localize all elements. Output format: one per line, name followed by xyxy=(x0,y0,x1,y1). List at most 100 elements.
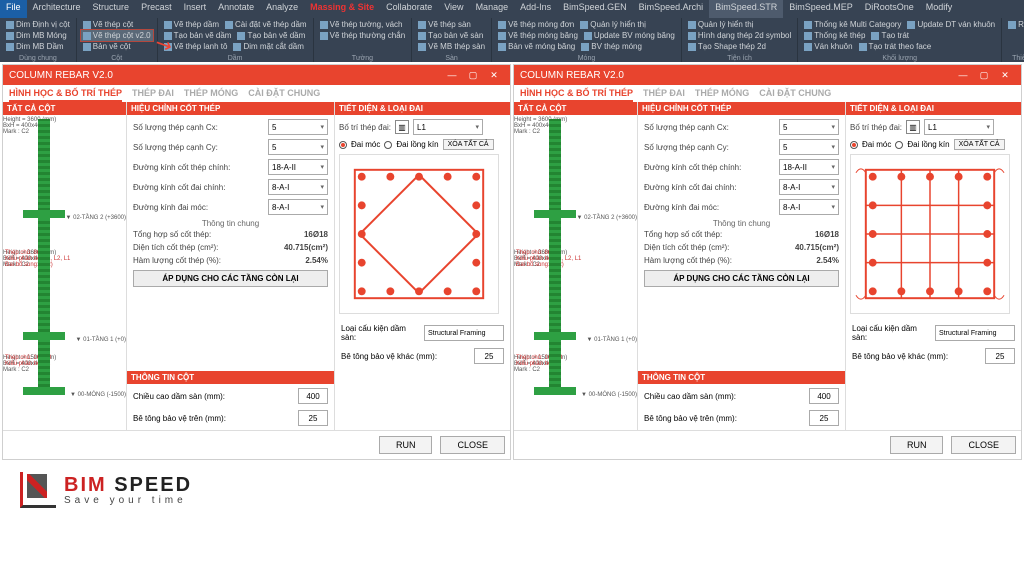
tab-thep-mong[interactable]: THÉP MÓNG xyxy=(184,88,238,102)
cy-select[interactable]: 5▾ xyxy=(268,139,328,155)
tab-massing[interactable]: Massing & Site xyxy=(304,0,380,18)
radio-dai-moc[interactable] xyxy=(339,141,347,149)
radio-dai-moc[interactable] xyxy=(850,141,858,149)
close-icon[interactable]: ✕ xyxy=(995,68,1015,82)
run-button[interactable]: RUN xyxy=(890,436,944,454)
tab-architecture[interactable]: Architecture xyxy=(27,0,87,18)
radio-dai-long[interactable] xyxy=(384,141,392,149)
dialog-titlebar[interactable]: COLUMN REBAR V2.0 ― ▢ ✕ xyxy=(514,65,1021,85)
section-diagram[interactable] xyxy=(850,154,1010,314)
tab-str[interactable]: BimSpeed.STR xyxy=(709,0,783,18)
btn-ban-ve-cot[interactable]: Bản vẽ cột xyxy=(81,41,153,52)
tab-collaborate[interactable]: Collaborate xyxy=(380,0,438,18)
tab-analyze[interactable]: Analyze xyxy=(260,0,304,18)
tab-manage[interactable]: Manage xyxy=(470,0,515,18)
tab-thep-mong[interactable]: THÉP MÓNG xyxy=(695,88,749,102)
cy-select[interactable]: 5▾ xyxy=(779,139,839,155)
btn-bv-san[interactable]: Tạo bản vẽ sàn xyxy=(416,30,487,41)
btn-dim-mb-mong[interactable]: Dim MB Móng xyxy=(4,30,72,41)
btn-ql-hien-thi[interactable]: Quản lý hiển thị xyxy=(578,19,648,30)
tab-view[interactable]: View xyxy=(438,0,469,18)
close-icon[interactable]: ✕ xyxy=(484,68,504,82)
btn-tao-shape-2d[interactable]: Tạo Shape thép 2d xyxy=(686,41,793,52)
bv-tren-input[interactable] xyxy=(298,410,328,426)
btn-tao-bv-dam[interactable]: Tạo bản vẽ dầm xyxy=(162,30,234,41)
tab-annotate[interactable]: Annotate xyxy=(212,0,260,18)
tab-thep-dai[interactable]: THÉP ĐAI xyxy=(643,88,685,102)
dk-moc-select[interactable]: 8-A-I▾ xyxy=(779,199,839,215)
tab-hinh-hoc[interactable]: HÌNH HỌC & BỐ TRÍ THÉP xyxy=(520,88,633,102)
btn-mong-bang[interactable]: Vẽ thép móng băng xyxy=(496,30,580,41)
tab-archi[interactable]: BimSpeed.Archi xyxy=(633,0,710,18)
bv-khac-input[interactable] xyxy=(474,348,504,364)
btn-ve-thep-cot[interactable]: Vẽ thép cột xyxy=(81,19,153,30)
btn-update-dt[interactable]: Update DT ván khuôn xyxy=(905,19,997,30)
btn-mong-don[interactable]: Vẽ thép móng đơn xyxy=(496,19,576,30)
btn-dim-mc-dam[interactable]: Dim mặt cắt dầm xyxy=(231,41,305,52)
btn-ql-hien-thi2[interactable]: Quản lý hiển thị xyxy=(686,19,793,30)
btn-dim-dinh-vi[interactable]: Dim Định vị cột xyxy=(4,19,72,30)
clear-button[interactable]: XÓA TẤT CẢ xyxy=(954,139,1005,150)
close-button[interactable]: CLOSE xyxy=(951,436,1016,454)
btn-shape-2d-sym[interactable]: Hình dạng thép 2d symbol xyxy=(686,30,793,41)
cx-select[interactable]: 5▾ xyxy=(268,119,328,135)
tab-gen[interactable]: BimSpeed.GEN xyxy=(557,0,633,18)
btn-tk-multi[interactable]: Thống kê Multi Category xyxy=(802,19,903,30)
maximize-icon[interactable]: ▢ xyxy=(974,68,994,82)
btn-cai-dat-dam[interactable]: Cài đặt vẽ thép dầm xyxy=(223,19,309,30)
minimize-icon[interactable]: ― xyxy=(953,68,973,82)
dk-dai-select[interactable]: 8-A-I▾ xyxy=(268,179,328,195)
btn-update-bv-mong[interactable]: Update BV móng băng xyxy=(582,30,677,41)
tab-structure[interactable]: Structure xyxy=(87,0,136,18)
btn-mb-thep-san[interactable]: Vẽ MB thép sàn xyxy=(416,41,487,52)
radio-dai-long[interactable] xyxy=(895,141,903,149)
btn-tao-trat[interactable]: Tạo trát xyxy=(869,30,911,41)
apply-button[interactable]: ÁP DỤNG CHO CÁC TẦNG CÒN LẠI xyxy=(644,270,839,287)
btn-bv-mong-bang[interactable]: Bản vẽ móng băng xyxy=(496,41,577,52)
tab-hinh-hoc[interactable]: HÌNH HỌC & BỐ TRÍ THÉP xyxy=(9,88,122,102)
btn-revit-etab[interactable]: Revit To Etab xyxy=(1006,19,1024,30)
btn-van-khuon[interactable]: Ván khuôn xyxy=(802,41,854,52)
bo-tri-select[interactable]: L1▾ xyxy=(413,119,483,135)
btn-thep-chan[interactable]: Vẽ thép thường chắn xyxy=(318,30,408,41)
bv-khac-input[interactable] xyxy=(985,348,1015,364)
dialog-titlebar[interactable]: COLUMN REBAR V2.0 ― ▢ ✕ xyxy=(3,65,510,85)
loai-cau-select[interactable]: Structural Framing xyxy=(424,325,504,341)
bv-tren-input[interactable] xyxy=(809,410,839,426)
btn-ve-thep-dam[interactable]: Vẽ thép dầm xyxy=(162,19,221,30)
column-preview[interactable]: Height = 3600 (mm)BxH = 400x400Mark : C2… xyxy=(3,115,126,430)
btn-thep-san[interactable]: Vẽ thép sàn xyxy=(416,19,487,30)
run-button[interactable]: RUN xyxy=(379,436,433,454)
btn-trat-face[interactable]: Tạo trát theo face xyxy=(857,41,934,52)
tab-thep-dai[interactable]: THÉP ĐAI xyxy=(132,88,174,102)
dk-chinh-select[interactable]: 18-A-II▾ xyxy=(268,159,328,175)
dk-moc-select[interactable]: 8-A-I▾ xyxy=(268,199,328,215)
clear-button[interactable]: XÓA TẤT CẢ xyxy=(443,139,494,150)
dk-dai-select[interactable]: 8-A-I▾ xyxy=(779,179,839,195)
tab-addins[interactable]: Add-Ins xyxy=(514,0,557,18)
btn-thep-tuong[interactable]: Vẽ thép tường, vách xyxy=(318,19,408,30)
minimize-icon[interactable]: ― xyxy=(442,68,462,82)
tab-precast[interactable]: Precast xyxy=(135,0,178,18)
section-diagram[interactable] xyxy=(339,154,499,314)
loai-cau-select[interactable]: Structural Framing xyxy=(935,325,1015,341)
chieu-cao-input[interactable] xyxy=(809,388,839,404)
tab-modify[interactable]: Modify xyxy=(920,0,959,18)
tab-diroots[interactable]: DiRootsOne xyxy=(859,0,920,18)
apply-button[interactable]: ÁP DỤNG CHO CÁC TẦNG CÒN LẠI xyxy=(133,270,328,287)
column-preview[interactable]: Height = 3600 (mm)BxH = 400x400Mark : C2… xyxy=(514,115,637,430)
maximize-icon[interactable]: ▢ xyxy=(463,68,483,82)
close-button[interactable]: CLOSE xyxy=(440,436,505,454)
tab-cai-dat[interactable]: CÀI ĐẶT CHUNG xyxy=(759,88,831,102)
btn-ve-thep-cot-v2[interactable]: Vẽ thép cột v2.0 xyxy=(81,30,153,41)
btn-dim-mb-dam[interactable]: Dim MB Dầm xyxy=(4,41,72,52)
tab-file[interactable]: File xyxy=(0,0,27,18)
btn-tao-bv-dam2[interactable]: Tạo bản vẽ dầm xyxy=(235,30,307,41)
bo-tri-select[interactable]: L1▾ xyxy=(924,119,994,135)
dk-chinh-select[interactable]: 18-A-II▾ xyxy=(779,159,839,175)
btn-tk-thep[interactable]: Thống kê thép xyxy=(802,30,867,41)
tab-insert[interactable]: Insert xyxy=(178,0,213,18)
tab-cai-dat[interactable]: CÀI ĐẶT CHUNG xyxy=(248,88,320,102)
tab-mep[interactable]: BimSpeed.MEP xyxy=(783,0,859,18)
btn-lanh-to[interactable]: Vẽ thép lanh tô xyxy=(162,41,230,52)
